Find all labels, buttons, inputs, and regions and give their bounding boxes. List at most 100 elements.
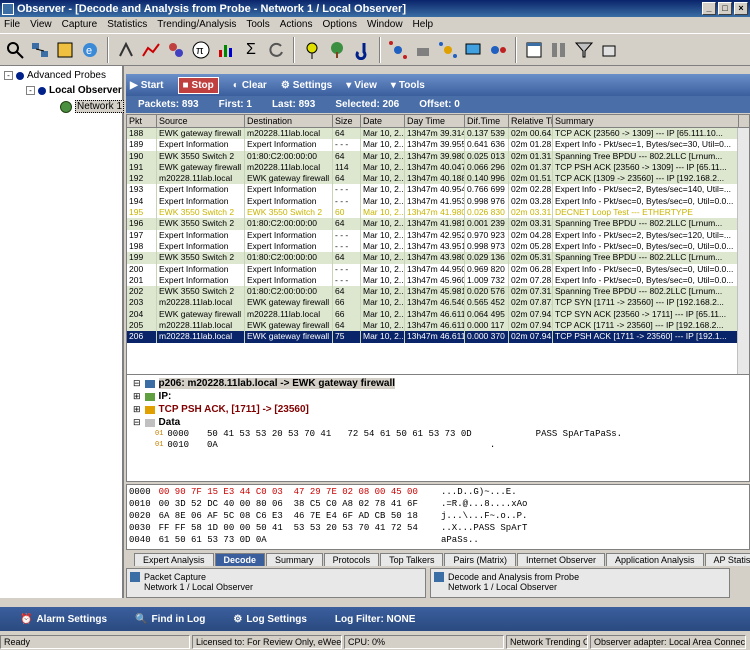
maximize-button[interactable]: □ [718, 2, 732, 15]
node-link-icon[interactable] [487, 39, 509, 61]
tab-summary[interactable]: Summary [266, 553, 323, 566]
packet-row[interactable]: 191 EWK gateway firewall m20228.11lab.loca… [127, 161, 749, 174]
expand-icon[interactable]: ⊞ [133, 391, 141, 402]
tree-network-1[interactable]: Network 1 [60, 100, 125, 113]
menu-tools[interactable]: Tools [246, 19, 269, 30]
tab-expert-analysis[interactable]: Expert Analysis [134, 553, 214, 566]
expand-icon[interactable]: ⊟ [133, 378, 141, 389]
node-map-icon[interactable] [437, 39, 459, 61]
collapse-icon[interactable]: - [26, 86, 35, 95]
packet-row[interactable]: 193 Expert Information Expert Information -… [127, 184, 749, 196]
decode-packet-line[interactable]: ⊟ p206: m20228.11lab.local -> EWK gatewa… [133, 378, 396, 389]
start-button[interactable]: ▶ Start [130, 80, 164, 91]
browser-icon[interactable]: e [79, 39, 101, 61]
dock-packet-capture[interactable]: Packet Capture Network 1 / Local Observer [126, 568, 426, 598]
tab-decode[interactable]: Decode [214, 553, 266, 566]
packet-row[interactable]: 202 EWK 3550 Switch 2 01:80:C2:00:00:00 64 M… [127, 286, 749, 298]
column-header[interactable]: Dif.Time [465, 115, 509, 127]
menu-trending[interactable]: Trending/Analysis [157, 19, 236, 30]
packet-row[interactable]: 198 Expert Information Expert Information -… [127, 240, 749, 253]
menu-help[interactable]: Help [413, 19, 434, 30]
bar-chart-icon[interactable] [215, 39, 237, 61]
pi-icon[interactable]: π [190, 39, 212, 61]
columns-icon[interactable] [548, 39, 570, 61]
decode-data-row[interactable]: 01 0010 0A . [155, 440, 495, 450]
packet-row[interactable]: 196 EWK 3550 Switch 2 01:80:C2:00:00:00 64 M… [127, 218, 749, 230]
packet-row[interactable]: 204 EWK gateway firewall m20228.11lab.loca… [127, 308, 749, 321]
chart-icon[interactable] [140, 39, 162, 61]
hex-row[interactable]: 0010 00 3D 52 DC 40 00 80 06 38 C5 C0 A8 … [129, 499, 527, 510]
column-header[interactable]: Day Time [405, 115, 465, 127]
expand-icon[interactable]: ⊞ [133, 404, 141, 415]
packet-row[interactable]: 189 Expert Information Expert Information -… [127, 139, 749, 151]
column-header[interactable]: Source [157, 115, 245, 127]
decode-data-row[interactable]: 01 0000 50 41 53 53 20 53 70 41 72 54 61… [155, 429, 622, 439]
tab-ap-statistics[interactable]: AP Statistics [704, 553, 750, 566]
menu-options[interactable]: Options [323, 19, 357, 30]
capture-icon[interactable] [54, 39, 76, 61]
refresh-icon[interactable] [265, 39, 287, 61]
packet-row[interactable]: 205 m20228.11lab.local EWK gateway firewal… [127, 320, 749, 332]
decode-data-line[interactable]: ⊟ Data [133, 417, 180, 428]
packet-row[interactable]: 190 EWK 3550 Switch 2 01:80:C2:00:00:00 64 M… [127, 150, 749, 162]
column-header[interactable]: Relative Time [509, 115, 553, 127]
hex-row[interactable]: 0020 6A 8E 06 AF 5C 08 C6 E3 46 7E E4 6F … [129, 511, 527, 522]
tab-application-analysis[interactable]: Application Analysis [605, 553, 704, 566]
tree-advanced-probes[interactable]: - Advanced Probes [4, 70, 106, 81]
log-filter[interactable]: Log Filter: NONE [335, 614, 416, 625]
menu-capture[interactable]: Capture [62, 19, 98, 30]
tree-local-observer[interactable]: - Local Observer [26, 85, 122, 96]
menu-statistics[interactable]: Statistics [107, 19, 147, 30]
filter-icon[interactable] [573, 39, 595, 61]
packet-row[interactable]: 203 m20228.11lab.local EWK gateway firewal… [127, 297, 749, 309]
column-header[interactable]: Pkt [127, 115, 157, 127]
decode-ip-line[interactable]: ⊞ IP: [133, 391, 171, 402]
decode-tcp-line[interactable]: ⊞ TCP PSH ACK, [1711] -> [23560] [133, 404, 309, 415]
packet-row[interactable]: 195 EWK 3550 Switch 2 EWK 3550 Switch 2 60 M… [127, 207, 749, 219]
probe-connect-icon[interactable] [4, 39, 26, 61]
tab-protocols[interactable]: Protocols [323, 553, 380, 566]
close-button[interactable]: × [734, 2, 748, 15]
tab-internet-observer[interactable]: Internet Observer [516, 553, 605, 566]
monitor-icon[interactable] [462, 39, 484, 61]
packet-row[interactable]: 199 EWK 3550 Switch 2 01:80:C2:00:00:00 64 M… [127, 252, 749, 264]
expand-icon[interactable]: ⊟ [133, 417, 141, 428]
sigma-icon[interactable]: Σ [240, 39, 262, 61]
column-header[interactable]: Destination [245, 115, 333, 127]
hex-row[interactable]: 0030 FF FF 58 1D 00 00 50 41 53 53 20 53 … [129, 523, 527, 534]
packet-row[interactable]: 206 m20228.11lab.local EWK gateway firewal… [127, 331, 749, 343]
clear-button[interactable]: ◐ Clear [233, 80, 267, 91]
minimize-button[interactable]: _ [702, 2, 716, 15]
settings-button[interactable]: ⚙ Settings [281, 80, 332, 91]
hook-icon[interactable] [351, 39, 373, 61]
packet-row[interactable]: 192 m20228.11lab.local EWK gateway firewal… [127, 173, 749, 185]
hex-row[interactable]: 0040 61 50 61 53 73 0D 0A aPaSs.. [129, 535, 479, 546]
menu-view[interactable]: View [30, 19, 52, 30]
tools-button[interactable]: ▾ Tools [391, 80, 425, 91]
packet-row[interactable]: 188 EWK gateway firewall m20228.11lab.loca… [127, 128, 749, 140]
alarm-icon[interactable] [301, 39, 323, 61]
packet-row[interactable]: 200 Expert Information Expert Information -… [127, 263, 749, 275]
packet-row[interactable]: 201 Expert Information Expert Information -… [127, 274, 749, 287]
tree-icon[interactable] [326, 39, 348, 61]
column-header[interactable]: Date [361, 115, 405, 127]
window-icon[interactable] [523, 39, 545, 61]
packet-row[interactable]: 194 Expert Information Expert Information -… [127, 195, 749, 208]
matrix-icon[interactable] [387, 39, 409, 61]
tools-icon[interactable] [412, 39, 434, 61]
alarm-settings-button[interactable]: ⏰ Alarm Settings [20, 614, 107, 625]
find-in-log-button[interactable]: 🔍 Find in Log [135, 614, 205, 625]
packet-list-scrollbar[interactable] [737, 128, 749, 407]
column-header[interactable]: Size [333, 115, 361, 127]
menu-file[interactable]: File [4, 19, 20, 30]
dock-decode-analysis[interactable]: Decode and Analysis from Probe Network 1 … [430, 568, 730, 598]
tab-pairs[interactable]: Pairs (Matrix) [444, 553, 516, 566]
hex-row[interactable]: 0000 00 90 7F 15 E3 44 C0 03 47 29 7E 02 … [129, 487, 517, 498]
tab-top-talkers[interactable]: Top Talkers [380, 553, 444, 566]
stop-button[interactable]: ■ Stop [177, 76, 219, 94]
top-talkers-icon[interactable] [165, 39, 187, 61]
network-icon[interactable] [29, 39, 51, 61]
menu-window[interactable]: Window [367, 19, 403, 30]
collapse-icon[interactable]: - [4, 71, 13, 80]
view-button[interactable]: ▾ View [346, 80, 377, 91]
